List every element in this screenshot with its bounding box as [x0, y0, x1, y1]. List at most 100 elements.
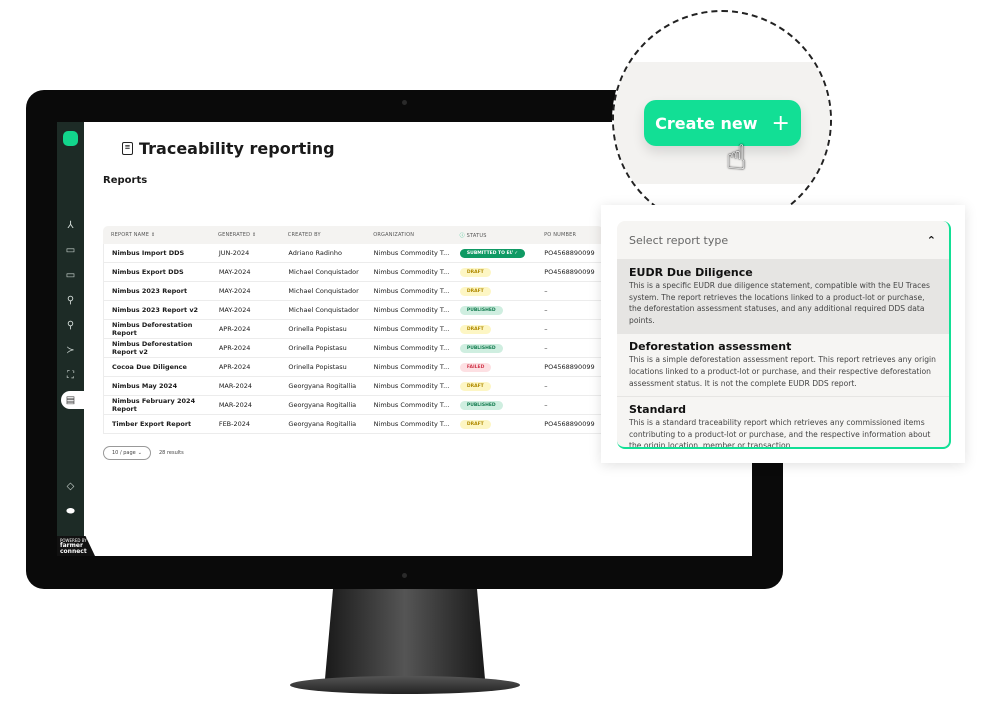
po-number: PO4568890099	[544, 420, 595, 428]
plus-icon: +	[771, 110, 790, 136]
table-row[interactable]: Nimbus Deforestation Report v2 APR-2024 Or…	[103, 339, 603, 358]
brand-name: farmer connect	[60, 542, 87, 555]
status-badge: DRAFT	[459, 382, 491, 391]
table-row[interactable]: Nimbus Import DDS JUN-2024 Adriano Radinho…	[103, 244, 603, 263]
status-badge: PUBLISHED	[459, 306, 503, 315]
report-type-dropdown[interactable]: Select report type ⌃ EUDR Due Diligence T…	[617, 221, 951, 449]
monitor-stand	[325, 589, 485, 679]
generated-date: MAR-2024	[218, 401, 253, 409]
table-row[interactable]: Nimbus Export DDS MAY-2024 Michael Conquis…	[103, 263, 603, 282]
po-number: –	[544, 382, 548, 390]
table-header: REPORT NAME ⇕ GENERATED ⇕ CREATED BY ORG…	[103, 226, 603, 244]
organization: Nimbus Commodity T...	[373, 382, 450, 390]
option-standard[interactable]: Standard This is a standard traceability …	[617, 396, 949, 447]
col-generated[interactable]: GENERATED ⇕	[218, 232, 288, 238]
help-icon[interactable]: ◇	[63, 479, 78, 494]
reports-table: REPORT NAME ⇕ GENERATED ⇕ CREATED BY ORG…	[103, 226, 603, 434]
dropdown-header[interactable]: Select report type ⌃	[617, 221, 949, 259]
organization: Nimbus Commodity T...	[373, 401, 450, 409]
col-organization: ORGANIZATION	[373, 232, 415, 238]
status-badge: DRAFT	[459, 287, 491, 296]
report-icon: ≡	[122, 142, 133, 155]
report-name: Nimbus February 2024 Report	[112, 397, 196, 413]
status-cell: FAILED	[459, 362, 544, 372]
branch-icon[interactable]: ≻	[63, 343, 78, 358]
generated-date: JUN-2024	[218, 249, 250, 257]
page-title: ≡ Traceability reporting	[122, 139, 335, 158]
organization: Nimbus Commodity T...	[373, 249, 450, 257]
status-badge: PUBLISHED	[459, 401, 503, 410]
created-by: Michael Conquistador	[288, 306, 359, 314]
option-deforestation-assessment[interactable]: Deforestation assessment This is a simple…	[617, 333, 949, 396]
table-row[interactable]: Timber Export Report FEB-2024 Georgyana Ro…	[103, 415, 603, 434]
col-status: ⓘ STATUS	[459, 232, 487, 239]
chevron-up-icon[interactable]: ⌃	[927, 234, 936, 247]
po-number: PO4568890099	[544, 363, 595, 371]
status-cell: DRAFT	[459, 286, 544, 296]
po-number: –	[544, 306, 548, 314]
table-row[interactable]: Nimbus February 2024 Report MAR-2024 Georg…	[103, 396, 603, 415]
camera	[402, 100, 407, 105]
col-created-by: CREATED BY	[287, 232, 321, 238]
generated-date: MAY-2024	[218, 268, 251, 276]
created-by: Adriano Radinho	[288, 249, 342, 257]
table-row[interactable]: Nimbus May 2024 MAR-2024 Georgyana Rogital…	[103, 377, 603, 396]
created-by: Georgyana Rogitallia	[288, 401, 357, 409]
table-row[interactable]: Nimbus 2023 Report v2 MAY-2024 Michael Con…	[103, 301, 603, 320]
status-badge: DRAFT	[459, 420, 491, 429]
status-cell: PUBLISHED	[459, 305, 544, 315]
check-circle-icon: ✓	[512, 249, 525, 258]
scan-icon[interactable]: ⛶	[63, 368, 78, 383]
status-badge: DRAFT	[459, 268, 491, 277]
chevron-down-icon: ⌄	[137, 450, 142, 456]
created-by: Orinella Popistasu	[288, 363, 347, 371]
created-by: Orinella Popistasu	[288, 344, 347, 352]
organization: Nimbus Commodity T...	[373, 420, 450, 428]
location-pin-icon[interactable]: ⚲	[63, 293, 78, 308]
report-name: Nimbus Deforestation Report v2	[112, 340, 193, 356]
section-title: Reports	[103, 175, 148, 186]
po-number: –	[544, 287, 548, 295]
table-row[interactable]: Nimbus 2023 Report MAY-2024 Michael Conqui…	[103, 282, 603, 301]
status-cell: SUBMITTED TO EU✓	[459, 248, 544, 258]
location-pin-alt-icon[interactable]: ⚲	[63, 318, 78, 333]
created-by: Georgyana Rogitallia	[288, 420, 357, 428]
po-number: –	[544, 401, 548, 409]
generated-date: MAY-2024	[218, 306, 251, 314]
report-name: Nimbus Export DDS	[112, 268, 184, 276]
status-cell: DRAFT	[459, 381, 544, 391]
report-name: Cocoa Due Diligence	[112, 363, 187, 371]
po-number: PO4568890099	[544, 268, 595, 276]
status-cell: PUBLISHED	[459, 400, 544, 410]
po-number: PO4568890099	[544, 249, 595, 257]
table-row[interactable]: Nimbus Deforestation Report APR-2024 Orine…	[103, 320, 603, 339]
report-icon[interactable]: ▤	[63, 393, 78, 408]
created-by: Michael Conquistador	[288, 268, 359, 276]
report-name: Timber Export Report	[112, 420, 192, 428]
col-report-name[interactable]: REPORT NAME ⇕	[103, 232, 218, 238]
report-name: Nimbus Deforestation Report	[112, 321, 193, 337]
folder-share-icon[interactable]: ▭	[63, 268, 78, 283]
network-icon[interactable]: ⅄	[63, 218, 78, 233]
folder-settings-icon[interactable]: ▭	[63, 243, 78, 258]
report-name: Nimbus May 2024	[112, 382, 178, 390]
report-name: Nimbus 2023 Report	[112, 287, 188, 295]
create-new-button[interactable]: Create new +	[644, 100, 801, 146]
status-cell: DRAFT	[459, 324, 544, 334]
page-size-select[interactable]: 10 / page ⌄	[103, 446, 151, 460]
organization: Nimbus Commodity T...	[373, 363, 450, 371]
option-eudr-due-diligence[interactable]: EUDR Due Diligence This is a specific EUD…	[617, 259, 949, 334]
organization: Nimbus Commodity T...	[373, 268, 450, 276]
organization: Nimbus Commodity T...	[373, 287, 450, 295]
create-new-label: Create new	[655, 113, 758, 133]
report-type-panel: Select report type ⌃ EUDR Due Diligence T…	[601, 205, 965, 463]
created-by: Orinella Popistasu	[288, 325, 347, 333]
generated-date: APR-2024	[218, 363, 251, 371]
created-by: Michael Conquistador	[288, 287, 359, 295]
report-name: Nimbus Import DDS	[112, 249, 185, 257]
user-badge-icon[interactable]: ⬬	[63, 504, 78, 519]
table-row[interactable]: Cocoa Due Diligence APR-2024 Orinella Popi…	[103, 358, 603, 377]
app-logo[interactable]	[63, 131, 78, 146]
organization: Nimbus Commodity T...	[373, 306, 450, 314]
po-number: –	[544, 325, 548, 333]
